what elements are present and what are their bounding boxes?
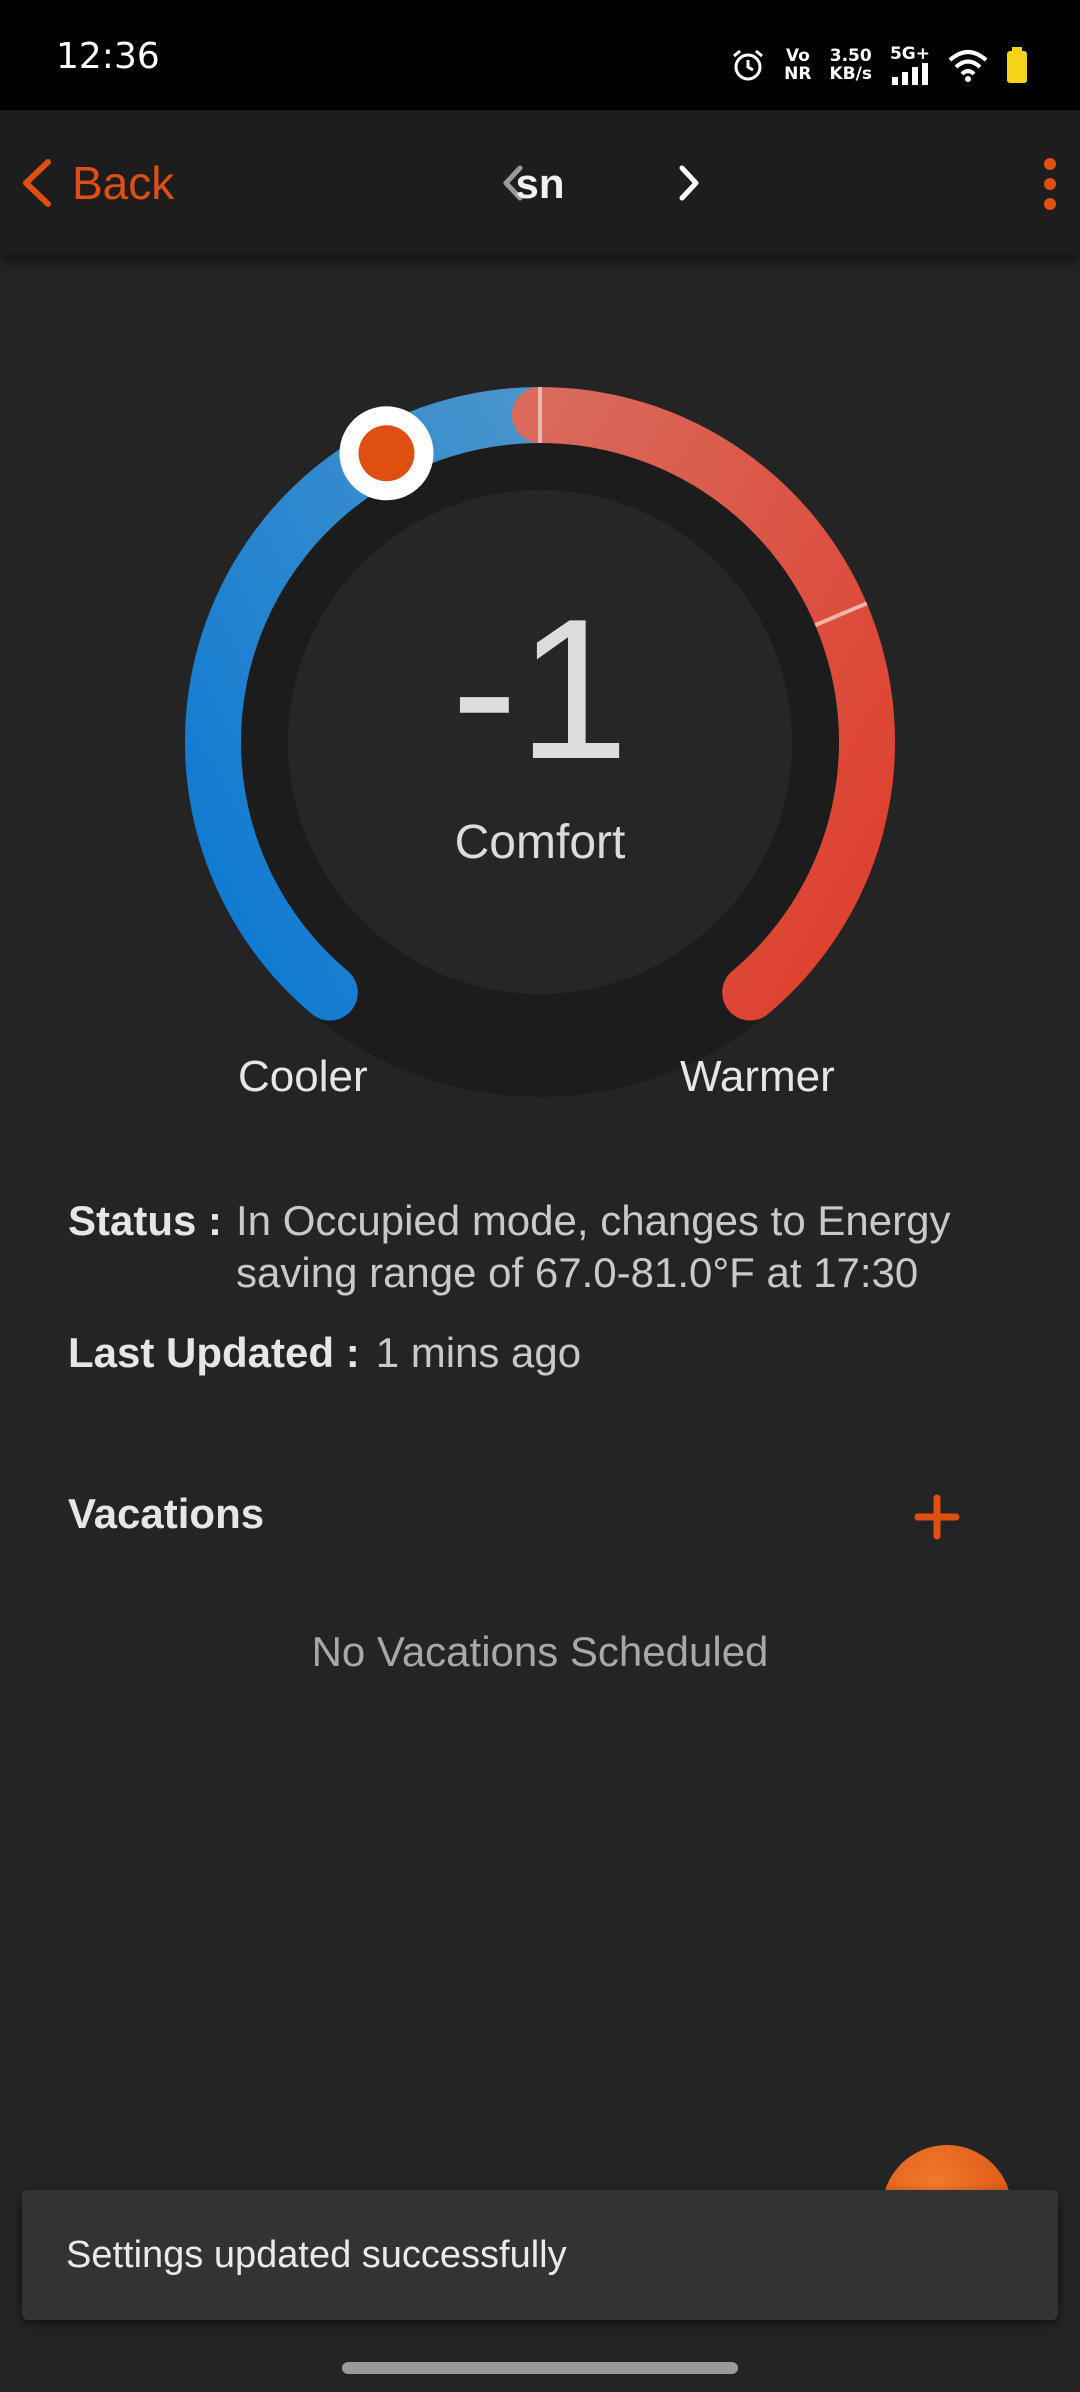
more-vert-icon [1044,158,1056,210]
app-bar: Back sn [0,110,1080,255]
more-options-button[interactable] [1030,154,1070,214]
gesture-nav-handle[interactable] [342,2362,738,2374]
plus-icon [914,1494,960,1540]
wifi-icon [948,50,988,82]
status-icons: Vo NR 3.50 KB/s 5G+ [730,42,1028,88]
status-time: 12:36 [56,36,160,77]
add-vacation-button[interactable] [912,1490,962,1544]
battery-icon [1007,47,1027,83]
toast-snackbar: Settings updated successfully [22,2190,1058,2320]
last-updated-label: Last Updated : [68,1329,360,1376]
status-info: Status : In Occupied mode, changes to En… [68,1195,968,1299]
device-title: sn [515,160,565,207]
dial-knob[interactable] [339,406,434,501]
signal-icon [891,63,928,85]
status-text: In Occupied mode, changes to Energy savi… [236,1197,951,1296]
next-device-button[interactable] [664,158,712,208]
signal-indicator: 5G+ [890,45,930,85]
last-updated-info: Last Updated : 1 mins ago [68,1327,581,1379]
no-vacations-message: No Vacations Scheduled [311,1628,769,1675]
warmer-label: Warmer [680,1052,835,1101]
comfort-mode-label: Comfort [454,816,626,869]
network-speed: 3.50 KB/s [829,46,872,84]
toast-message: Settings updated successfully [66,2234,567,2276]
volte-indicator: Vo NR [784,46,812,84]
comfort-value: -1 [451,578,629,801]
status-label: Status : [68,1197,223,1244]
cooler-label: Cooler [238,1052,368,1101]
vacations-title: Vacations [68,1490,265,1537]
last-updated-text: 1 mins ago [375,1329,582,1376]
alarm-icon [733,49,764,81]
status-bar: 12:36 Vo NR 3.50 KB/s 5G+ [0,0,1080,110]
chevron-right-icon [679,165,699,201]
